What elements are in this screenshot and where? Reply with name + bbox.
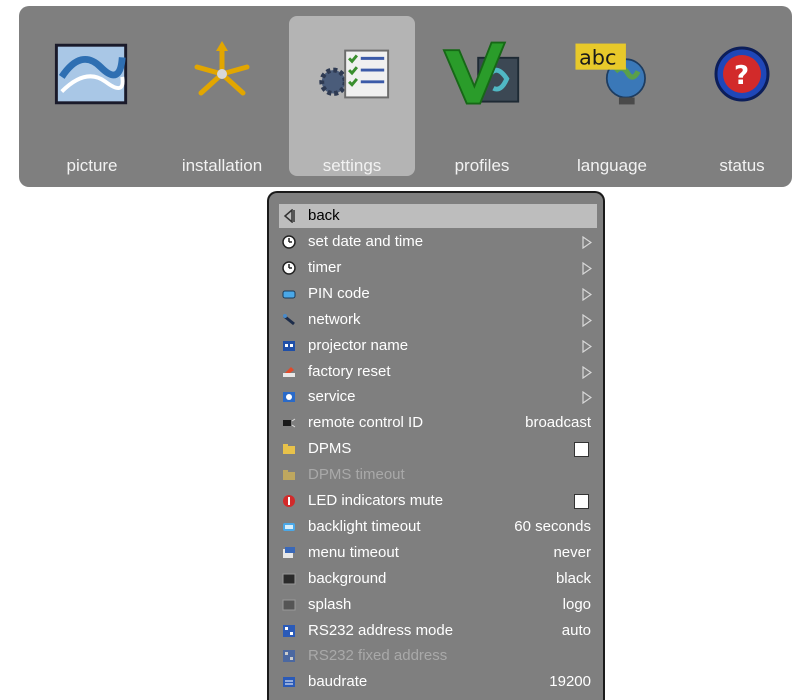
- menu-item-value: never: [553, 543, 591, 561]
- menu-item-network[interactable]: network: [279, 308, 597, 332]
- background-icon: [282, 572, 296, 586]
- menu-item-label: PIN code: [308, 284, 370, 302]
- service-icon: [282, 390, 296, 404]
- menu-item-label: RS232 fixed address: [308, 647, 448, 665]
- menu-item-label: timer: [308, 258, 342, 276]
- checkbox[interactable]: [574, 494, 589, 509]
- menu-item-background[interactable]: background black: [279, 567, 597, 591]
- menu-item-value: broadcast: [525, 414, 591, 432]
- menu-item-service[interactable]: service: [279, 385, 597, 409]
- menu-item-value: auto: [561, 621, 591, 639]
- menu-item-label: remote control ID: [308, 414, 424, 432]
- picture-icon: [52, 34, 132, 114]
- menu-item-label: RS232 address mode: [308, 621, 454, 639]
- language-icon: abc: [572, 34, 652, 114]
- status-icon: ?: [702, 34, 782, 114]
- menu-item-label: DPMS: [308, 440, 352, 458]
- menu-item-factory-reset[interactable]: factory reset: [279, 360, 597, 384]
- menu-item-led-indicators-mute[interactable]: LED indicators mute: [279, 489, 597, 513]
- chevron-right-icon: [582, 287, 592, 301]
- back-label: back: [308, 207, 340, 224]
- menu-item-dpms[interactable]: DPMS: [279, 437, 597, 461]
- tab-label: language: [577, 156, 647, 175]
- menu-item-label: service: [308, 388, 356, 406]
- tab-installation[interactable]: installation: [159, 16, 285, 176]
- menu-item-rs232-address-mode[interactable]: RS232 address mode auto: [279, 619, 597, 643]
- settings-icon: [312, 34, 392, 114]
- tab-label: settings: [322, 156, 382, 175]
- menu-item-rs232-fixed-address: RS232 fixed address: [279, 644, 597, 668]
- rs232-icon: [282, 624, 296, 638]
- checkbox[interactable]: [574, 442, 589, 458]
- back-arrow-icon: [283, 209, 295, 223]
- chevron-right-icon: [582, 313, 592, 327]
- splash-icon: [282, 598, 296, 612]
- menu-item-label: splash: [308, 595, 352, 613]
- chevron-right-icon: [582, 261, 592, 275]
- chevron-right-icon: [582, 236, 592, 249]
- name-icon: [282, 339, 296, 353]
- pin-icon: [282, 287, 296, 301]
- svg-text:?: ?: [734, 61, 749, 91]
- menu-item-label: projector name: [308, 336, 409, 354]
- menu-item-label: backlight timeout: [308, 517, 421, 535]
- main-tab-bar: picture installation settings profiles a…: [19, 6, 792, 187]
- tab-picture[interactable]: picture: [29, 16, 155, 176]
- menu-item-value: black: [555, 569, 591, 587]
- menu-item-value: 19200: [549, 673, 591, 691]
- tab-settings[interactable]: settings: [289, 16, 415, 176]
- rs232-icon: [282, 649, 296, 663]
- profiles-icon: [442, 34, 522, 114]
- tab-status[interactable]: ? status: [679, 16, 792, 176]
- tab-label: profiles: [454, 156, 510, 175]
- menu-item-value: 60 seconds: [514, 517, 591, 535]
- network-icon: [282, 313, 296, 327]
- menu-item-label: LED indicators mute: [308, 492, 444, 509]
- menu-item-splash[interactable]: splash logo: [279, 593, 597, 617]
- menu-item-dpms-timeout: DPMS timeout: [279, 463, 597, 487]
- clock-icon: [282, 261, 296, 275]
- folder-icon: [282, 442, 296, 456]
- menu-item-label: DPMS timeout: [308, 466, 405, 484]
- settings-menu: back set date and time timer PIN code netwo…: [267, 191, 605, 700]
- tab-label: installation: [181, 156, 263, 175]
- menu-item-label: factory reset: [308, 362, 391, 380]
- menu-item-label: set date and time: [308, 233, 424, 250]
- menu-item-baudrate[interactable]: baudrate 19200: [279, 670, 597, 694]
- menu-item-value: logo: [562, 595, 591, 613]
- menu-item-menu-timeout[interactable]: menu timeout never: [279, 541, 597, 565]
- installation-icon: [182, 34, 262, 114]
- led-icon: [282, 494, 296, 508]
- baudrate-icon: [282, 675, 296, 689]
- svg-text:abc: abc: [579, 45, 617, 69]
- back-button[interactable]: back: [279, 204, 597, 228]
- menu-item-projector-name[interactable]: projector name: [279, 334, 597, 358]
- menu-item-timer[interactable]: timer: [279, 256, 597, 280]
- chevron-right-icon: [582, 365, 592, 379]
- tab-language[interactable]: abc language: [549, 16, 675, 176]
- menu-item-pin-code[interactable]: PIN code: [279, 282, 597, 306]
- tab-label: picture: [66, 156, 118, 175]
- chevron-right-icon: [582, 391, 592, 405]
- menu-item-backlight-timeout[interactable]: backlight timeout 60 seconds: [279, 515, 597, 539]
- menu-item-remote-control-id[interactable]: remote control ID broadcast: [279, 411, 597, 435]
- menu-item-label: menu timeout: [308, 543, 399, 561]
- clock-icon: [282, 235, 296, 249]
- backlight-icon: [282, 520, 296, 534]
- tab-label: status: [719, 156, 765, 175]
- chevron-right-icon: [582, 339, 592, 353]
- menu-icon: [282, 546, 296, 560]
- remote-icon: [282, 416, 296, 430]
- menu-item-label: baudrate: [308, 673, 368, 691]
- tab-profiles[interactable]: profiles: [419, 16, 545, 176]
- reset-icon: [282, 365, 296, 379]
- folder-icon: [282, 468, 296, 482]
- menu-item-label: network: [308, 310, 361, 328]
- menu-item-set-date-and-time[interactable]: set date and time: [279, 230, 597, 254]
- menu-item-label: background: [308, 569, 387, 587]
